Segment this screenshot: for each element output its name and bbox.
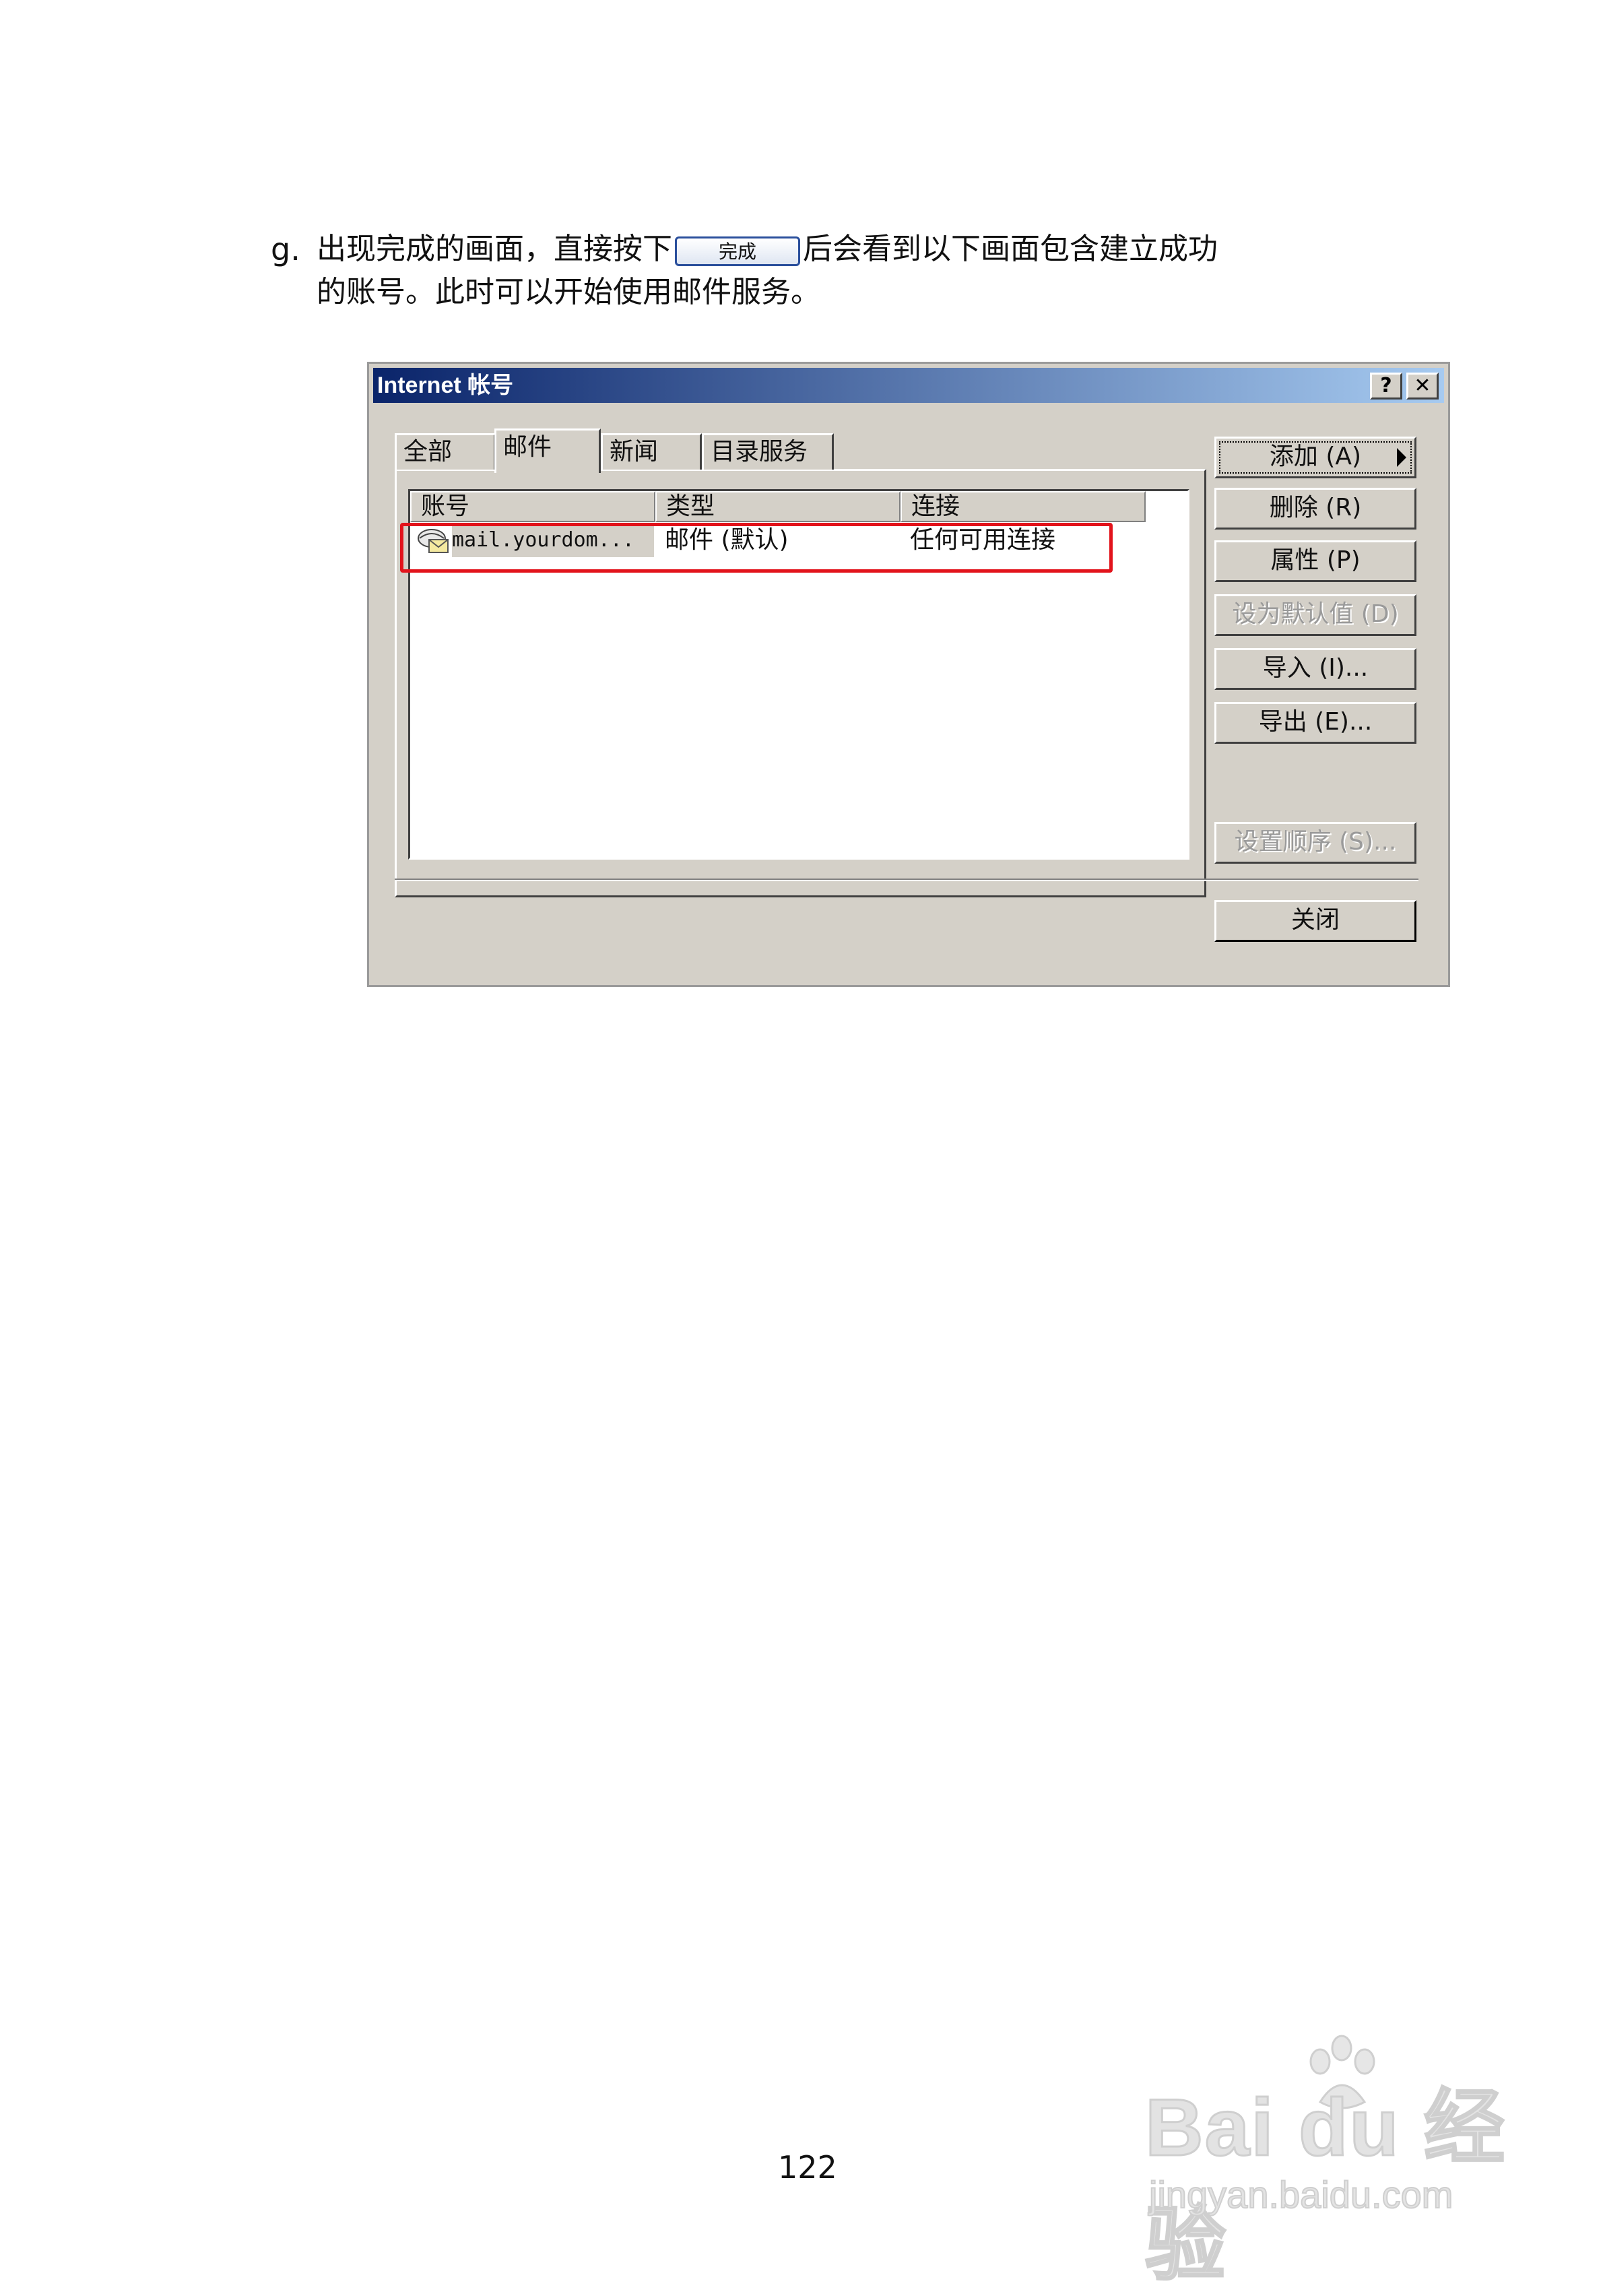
dialog-separator [395,879,1418,881]
watermark-url: jingyan.baidu.com [1148,2173,1453,2217]
tab-news[interactable]: 新闻 [601,433,702,470]
set-order-button[interactable]: 设置顺序 (S)... [1214,822,1416,864]
tab-all[interactable]: 全部 [395,433,496,470]
highlight-box [400,523,1113,573]
dialog-title: Internet 帐号 [377,373,514,398]
arrow-right-icon [1397,448,1406,467]
column-connection[interactable]: 连接 [901,491,1146,522]
add-button[interactable]: 添加 (A) [1214,437,1416,478]
instruction-text-1: 出现完成的画面，直接按下 [317,232,672,266]
remove-button[interactable]: 删除 (R) [1214,488,1416,530]
baidu-watermark: Bai du 经验 jingyan.baidu.com [1144,2035,1522,2291]
internet-accounts-dialog: Internet 帐号 ? ✕ 全部 邮件 新闻 目录服务 账号 类型 连接 m… [367,362,1450,987]
instruction-text-3: 的账号。此时可以开始使用邮件服务。 [317,275,820,309]
dialog-titlebar[interactable]: Internet 帐号 ? ✕ [373,368,1444,403]
page-number: 122 [778,2149,837,2186]
close-button[interactable]: 关闭 [1214,900,1416,942]
instruction-paragraph: g. 出现完成的画面，直接按下 完成 后会看到以下画面包含建立成功 的账号。此时可以… [271,228,1367,314]
list-header: 账号 类型 连接 [410,491,1154,522]
column-account[interactable]: 账号 [410,491,655,522]
help-button[interactable]: ? [1370,373,1402,400]
add-button-label: 添加 (A) [1269,443,1362,470]
column-type[interactable]: 类型 [655,491,901,522]
properties-button[interactable]: 属性 (P) [1214,540,1416,582]
set-default-button[interactable]: 设为默认值 (D) [1214,594,1416,636]
tab-mail[interactable]: 邮件 [494,428,601,473]
export-button[interactable]: 导出 (E)... [1214,702,1416,744]
instruction-text-2: 后会看到以下画面包含建立成功 [803,232,1218,266]
tab-directory[interactable]: 目录服务 [702,433,834,470]
close-window-button[interactable]: ✕ [1406,373,1439,400]
import-button[interactable]: 导入 (I)... [1214,648,1416,690]
step-label: g. [271,231,300,267]
finish-button-image: 完成 [675,236,800,266]
